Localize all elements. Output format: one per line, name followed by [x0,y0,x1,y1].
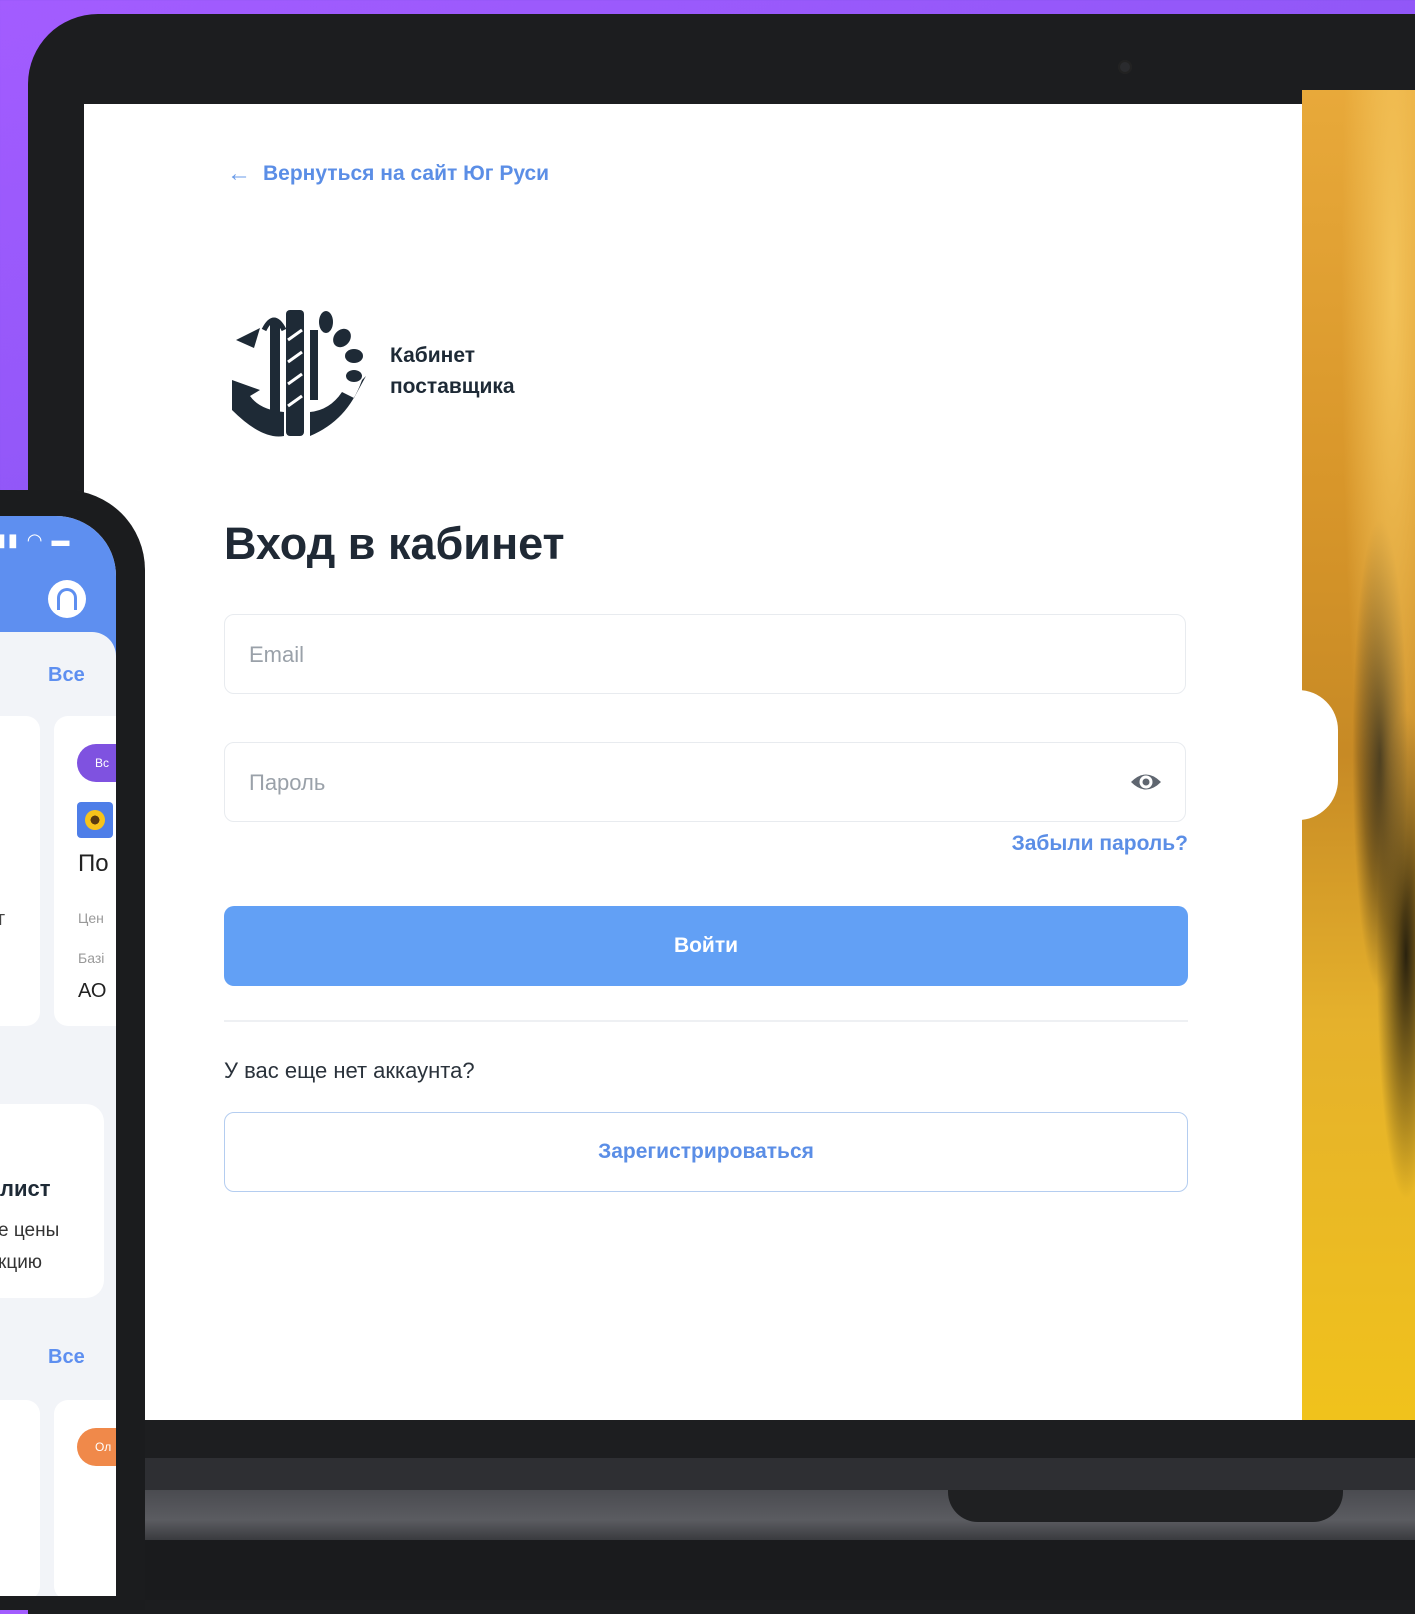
laptop-base-shadow [120,1540,1415,1600]
price-label: Цен [78,910,104,926]
laptop-hinge-strip [120,1458,1415,1490]
company-name: АО [78,980,107,1002]
laptop-hinge-notch [948,1490,1343,1522]
signal-wifi-battery-icon: ▮▮ ◠ ▬ [0,530,72,550]
price-list-line-1: е цены [0,1220,60,1241]
wheat-anchor-logo-icon [232,310,366,437]
phone-screen: ▮▮ ◠ ▬ Все Вс По Цен Базі АО г лист е це… [0,516,116,1596]
back-link-label: Вернуться на сайт Юг Руси [263,162,550,185]
all-link-1[interactable]: Все [48,664,85,687]
decorative-notch [1298,690,1338,820]
phone-body: Все Вс По Цен Базі АО г лист е цены кцию… [0,632,116,1596]
card-title: По [78,850,109,877]
email-input[interactable] [247,615,1111,695]
login-button[interactable]: Войти [224,906,1188,986]
arrow-left-icon: ← [227,160,251,187]
headset-icon[interactable] [48,580,86,618]
logo: Кабинет поставщика [222,300,515,442]
register-button[interactable]: Зарегистрироваться [224,1112,1188,1192]
no-account-text: У вас еще нет аккаунта? [224,1058,475,1083]
price-list-line-2: кцию [0,1252,43,1273]
back-to-site-link[interactable]: ← Вернуться на сайт Юг Руси [227,160,549,188]
logo-line-2: поставщика [390,375,515,398]
sunflower-icon [77,802,113,838]
forgot-password-link[interactable]: Забыли пароль? [990,832,1188,856]
eye-icon[interactable] [1129,767,1163,797]
card-text-fragment: г [0,908,6,930]
password-field[interactable] [224,742,1186,823]
category-pill: Ол [77,1428,116,1466]
all-link-2[interactable]: Все [48,1346,85,1369]
product-card[interactable] [0,1400,40,1596]
email-field[interactable] [224,614,1186,695]
logo-line-1: Кабинет [390,344,476,367]
divider [224,1020,1188,1022]
logo-text: Кабинет поставщика [390,340,515,402]
product-card[interactable] [0,716,40,1026]
password-input[interactable] [247,743,1111,823]
price-list-title: лист [0,1176,51,1201]
category-pill: Вс [77,744,116,782]
camera-icon [1118,60,1132,74]
page-title: Вход в кабинет [224,518,565,569]
base-label: Базі [78,950,105,966]
laptop-bezel-bottom [120,1420,1415,1458]
